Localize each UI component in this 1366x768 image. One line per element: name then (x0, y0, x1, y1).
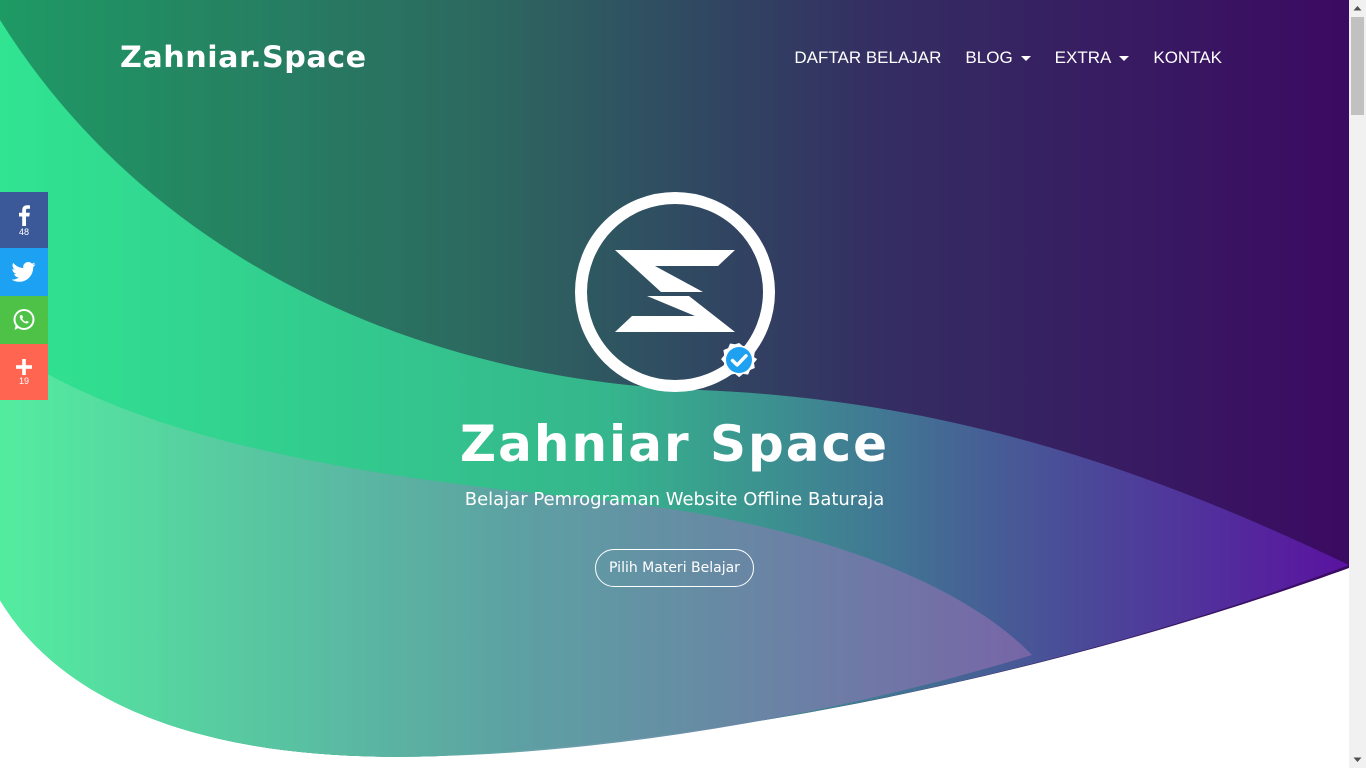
verified-badge-icon (721, 342, 757, 378)
navbar: Zahniar.Space DAFTAR BELAJAR BLOG EXTRA … (0, 0, 1349, 120)
caret-down-icon (1020, 55, 1031, 61)
page-scrollbar[interactable] (1349, 0, 1366, 768)
whatsapp-icon (13, 309, 35, 330)
nav-extra-dropdown[interactable]: EXTRA (1055, 48, 1130, 68)
brand-logo[interactable]: Zahniar.Space (120, 40, 367, 74)
nav-menu: DAFTAR BELAJAR BLOG EXTRA KONTAK (794, 48, 1222, 68)
share-more-button[interactable]: 19 (0, 344, 48, 400)
hero-logo (575, 192, 775, 392)
nav-daftar-belajar[interactable]: DAFTAR BELAJAR (794, 48, 941, 68)
share-more-count: 19 (18, 375, 29, 386)
share-twitter-button[interactable] (0, 248, 48, 296)
share-sidebar: 48 19 (0, 192, 48, 400)
share-facebook-button[interactable]: 48 (0, 192, 48, 248)
caret-down-icon (1119, 55, 1130, 61)
nav-extra-label: EXTRA (1054, 48, 1112, 67)
zahniar-logo-icon (615, 250, 735, 332)
nav-kontak-label: KONTAK (1153, 48, 1222, 67)
share-whatsapp-button[interactable] (0, 296, 48, 344)
nav-daftar-belajar-label: DAFTAR BELAJAR (794, 48, 942, 67)
pilih-materi-button[interactable]: Pilih Materi Belajar (595, 549, 754, 587)
share-facebook-count: 48 (18, 226, 29, 237)
scroll-down-arrow-icon[interactable] (1349, 751, 1366, 768)
twitter-icon (12, 262, 36, 282)
scroll-up-arrow-icon[interactable] (1349, 0, 1366, 17)
hero-title: Zahniar Space (459, 415, 890, 473)
facebook-icon (19, 204, 30, 226)
nav-blog-dropdown[interactable]: BLOG (965, 48, 1031, 68)
scrollbar-thumb[interactable] (1351, 17, 1364, 115)
hero-subtitle: Belajar Pemrograman Website Offline Batu… (464, 489, 885, 510)
nav-kontak[interactable]: KONTAK (1153, 48, 1222, 68)
nav-blog-label: BLOG (965, 48, 1013, 67)
plus-icon (16, 358, 32, 375)
